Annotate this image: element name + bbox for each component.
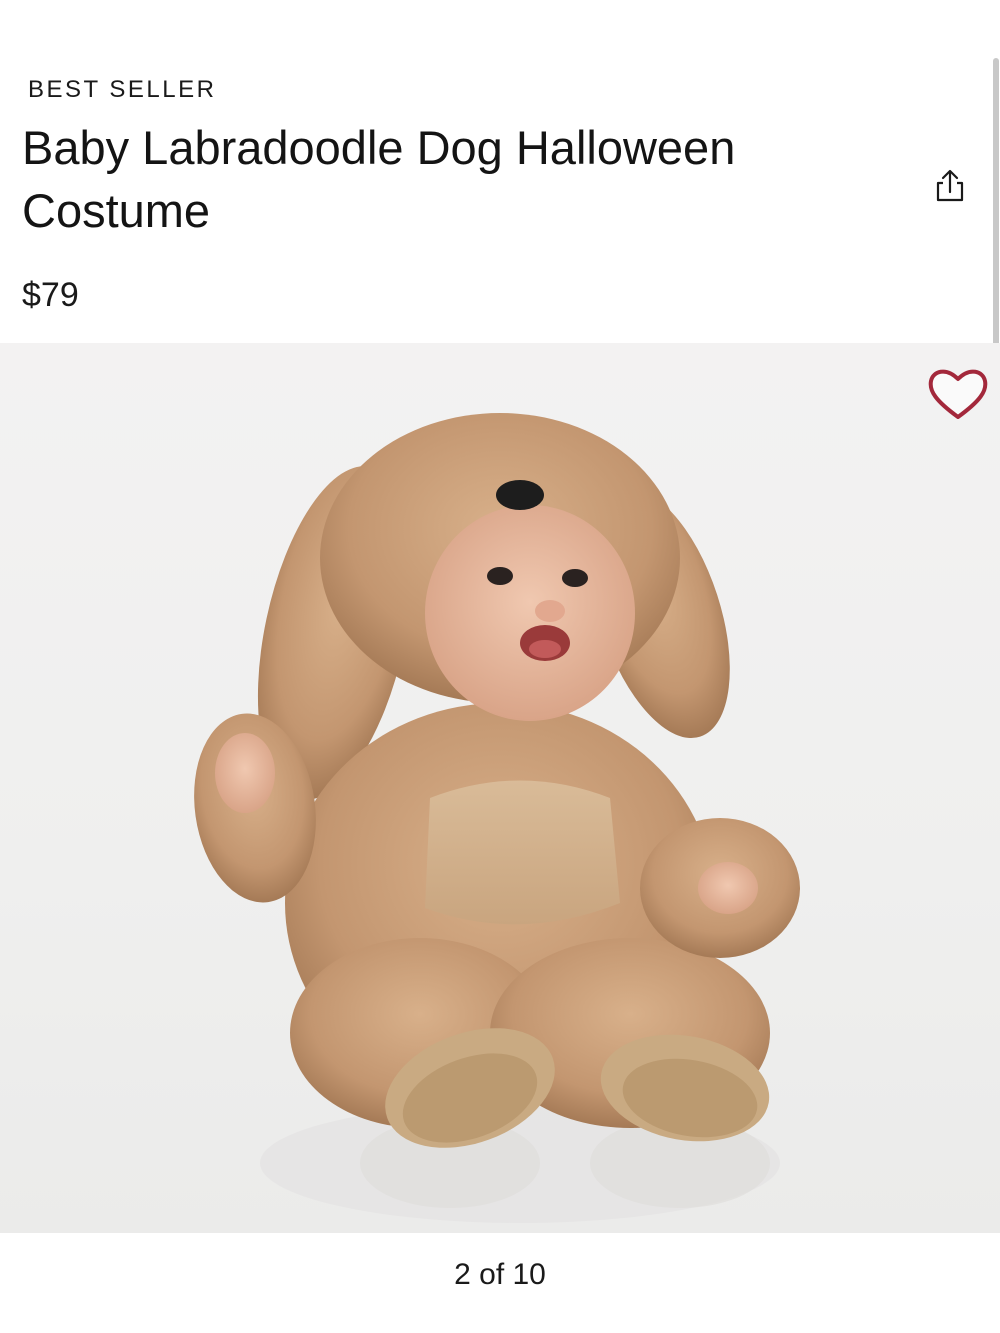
gallery-pager: 2 of 10 [454,1258,546,1291]
product-price: $79 [22,276,79,314]
best-seller-badge: BEST SELLER [28,76,217,103]
product-image-gallery[interactable] [0,343,1000,1233]
product-header: BEST SELLER Baby Labradoodle Dog Hallowe… [0,0,1000,343]
share-button[interactable] [930,166,970,206]
product-title: Baby Labradoodle Dog Halloween Costume [22,121,736,237]
share-icon [936,169,964,202]
product-photo [194,413,800,1223]
heart-icon [928,369,988,419]
wishlist-button[interactable] [926,365,990,423]
